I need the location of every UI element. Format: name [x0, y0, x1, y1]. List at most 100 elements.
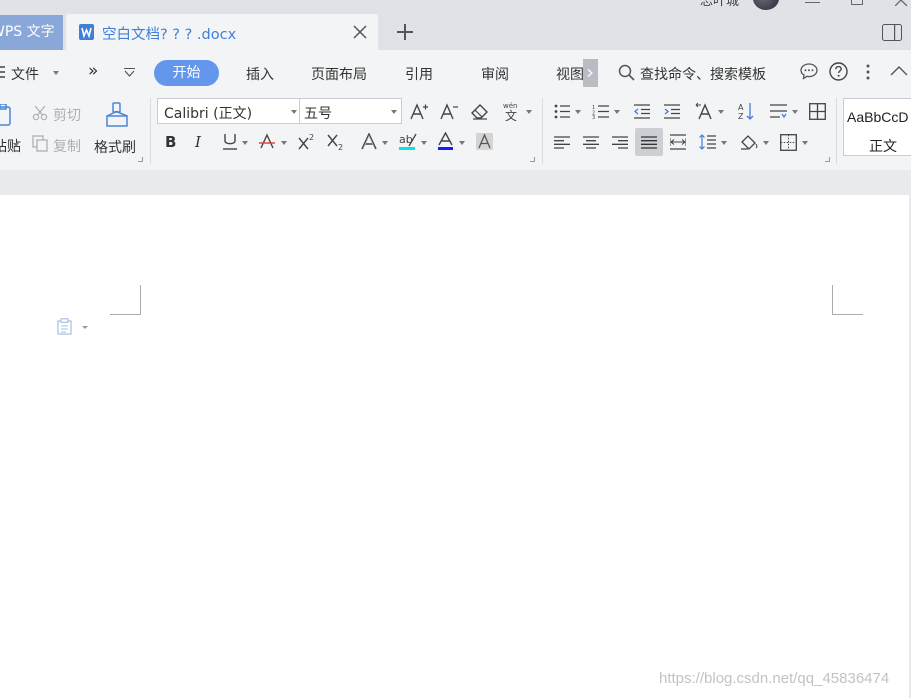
highlight-color-caret[interactable] — [421, 141, 427, 145]
comment-icon[interactable] — [800, 63, 818, 80]
margin-corner-top-left — [110, 285, 141, 315]
wps-writer-icon — [79, 24, 94, 40]
align-left-icon[interactable] — [554, 136, 570, 149]
menu-tab-insert[interactable]: 插入 — [246, 64, 274, 84]
menu-tab-view[interactable]: 视图 — [556, 64, 583, 84]
line-spacing-caret[interactable] — [721, 141, 727, 145]
menu-icon[interactable] — [0, 66, 6, 78]
more-menus-icon[interactable]: » — [88, 61, 98, 81]
menu-tab-page-layout[interactable]: 页面布局 — [311, 64, 367, 84]
increase-font-size-icon[interactable] — [410, 102, 428, 120]
copy-button[interactable]: 复制 — [53, 136, 81, 156]
borders-caret[interactable] — [802, 141, 808, 145]
text-direction-caret[interactable] — [718, 110, 724, 114]
phonetic-guide-icon[interactable]: wén 文 — [502, 101, 522, 121]
font-color-icon[interactable] — [437, 132, 454, 151]
bullet-list-icon[interactable] — [554, 104, 570, 119]
menu-tab-review[interactable]: 审阅 — [481, 64, 509, 84]
font-color-caret[interactable] — [459, 141, 465, 145]
decrease-font-size-icon[interactable] — [440, 102, 458, 120]
new-tab-icon[interactable] — [397, 24, 413, 40]
menu-scroll-right-button[interactable] — [583, 59, 598, 87]
numbered-list-icon[interactable]: 123 — [592, 104, 609, 119]
font-group-launcher[interactable] — [530, 157, 535, 162]
svg-text:2: 2 — [309, 133, 314, 142]
phonetic-guide-caret[interactable] — [526, 110, 532, 114]
distributed-align-icon[interactable] — [670, 134, 686, 150]
style-name-label: 正文 — [869, 139, 897, 155]
search-icon[interactable] — [618, 64, 635, 81]
align-center-icon[interactable] — [583, 136, 599, 149]
line-spacing-icon[interactable] — [699, 134, 716, 150]
menu-tab-references[interactable]: 引用 — [405, 64, 433, 84]
more-options-icon[interactable] — [866, 64, 870, 80]
bold-icon[interactable]: B — [164, 133, 178, 149]
format-painter-button[interactable]: 格式刷 — [94, 137, 136, 157]
group-divider — [542, 98, 543, 164]
subscript-icon[interactable]: 2 — [327, 133, 345, 150]
svg-text:3: 3 — [592, 115, 595, 119]
line-spacing-options-caret[interactable] — [792, 110, 798, 114]
text-direction-icon[interactable] — [695, 102, 713, 120]
copy-icon[interactable] — [32, 135, 48, 152]
paragraph-group-launcher[interactable] — [825, 157, 830, 162]
paste-options-icon[interactable] — [57, 318, 90, 335]
tab-wps-home[interactable]: WPS 文字 — [0, 15, 63, 50]
quick-access-dropdown-icon[interactable] — [124, 68, 135, 77]
minimize-icon[interactable] — [805, 2, 820, 3]
group-divider — [836, 98, 837, 164]
font-size-caret[interactable] — [391, 110, 397, 114]
maximize-icon[interactable] — [851, 0, 863, 5]
borders-icon[interactable] — [780, 134, 797, 151]
cut-icon[interactable] — [32, 105, 48, 121]
strikethrough-caret[interactable] — [281, 141, 287, 145]
underline-icon[interactable] — [222, 133, 238, 151]
underline-caret[interactable] — [242, 141, 248, 145]
highlight-color-icon[interactable]: ab — [399, 132, 417, 151]
strikethrough-icon[interactable] — [258, 133, 276, 151]
decrease-indent-icon[interactable] — [634, 104, 650, 119]
paste-icon[interactable] — [0, 104, 12, 128]
command-search[interactable]: 查找命令、搜索模板 — [640, 64, 766, 84]
clear-formatting-icon[interactable] — [471, 103, 489, 120]
clipboard-group-launcher[interactable] — [138, 157, 143, 162]
help-icon[interactable] — [829, 62, 848, 81]
cut-button[interactable]: 剪切 — [53, 105, 81, 125]
font-name-value: Calibri (正文) — [164, 106, 253, 122]
text-effect-caret[interactable] — [382, 141, 388, 145]
file-dropdown-caret[interactable] — [53, 71, 59, 75]
shading-icon[interactable] — [740, 134, 758, 150]
svg-text:B: B — [165, 133, 176, 149]
close-window-icon[interactable] — [895, 0, 909, 6]
superscript-icon[interactable]: 2 — [298, 133, 316, 150]
align-right-icon[interactable] — [612, 136, 628, 149]
user-name[interactable]: 忘叶城 — [700, 0, 739, 9]
font-size-select[interactable]: 五号 — [299, 98, 402, 124]
shading-caret[interactable] — [763, 141, 769, 145]
format-painter-icon[interactable] — [106, 102, 128, 128]
text-effect-icon[interactable] — [360, 133, 378, 150]
line-spacing-options-icon[interactable] — [770, 104, 787, 118]
collapse-ribbon-icon[interactable] — [890, 66, 908, 76]
sort-icon[interactable]: AZ — [738, 102, 754, 120]
table-layout-icon[interactable] — [809, 103, 826, 120]
italic-icon[interactable]: I — [194, 133, 206, 149]
font-name-caret[interactable] — [291, 110, 297, 114]
character-shading-icon[interactable] — [476, 133, 493, 150]
style-preview-text: AaBbCcD — [847, 109, 909, 125]
paste-dropdown-caret[interactable] — [13, 143, 19, 147]
justify-button[interactable] — [635, 128, 663, 156]
sidebar-toggle-icon[interactable] — [882, 24, 902, 41]
close-tab-icon[interactable] — [353, 25, 367, 39]
svg-text:文: 文 — [505, 108, 517, 121]
tab-document[interactable]: 空白文档? ? ? .docx — [66, 14, 378, 50]
user-avatar[interactable] — [753, 0, 779, 10]
increase-indent-icon[interactable] — [664, 104, 680, 119]
menu-tab-home[interactable]: 开始 — [154, 60, 219, 86]
document-page[interactable] — [0, 195, 909, 698]
style-gallery-normal[interactable]: AaBbCcD 正文 — [843, 98, 911, 156]
menu-file[interactable]: 文件 — [11, 64, 39, 84]
font-name-select[interactable]: Calibri (正文) — [157, 98, 300, 124]
bullet-list-caret[interactable] — [575, 110, 581, 114]
numbered-list-caret[interactable] — [614, 110, 620, 114]
